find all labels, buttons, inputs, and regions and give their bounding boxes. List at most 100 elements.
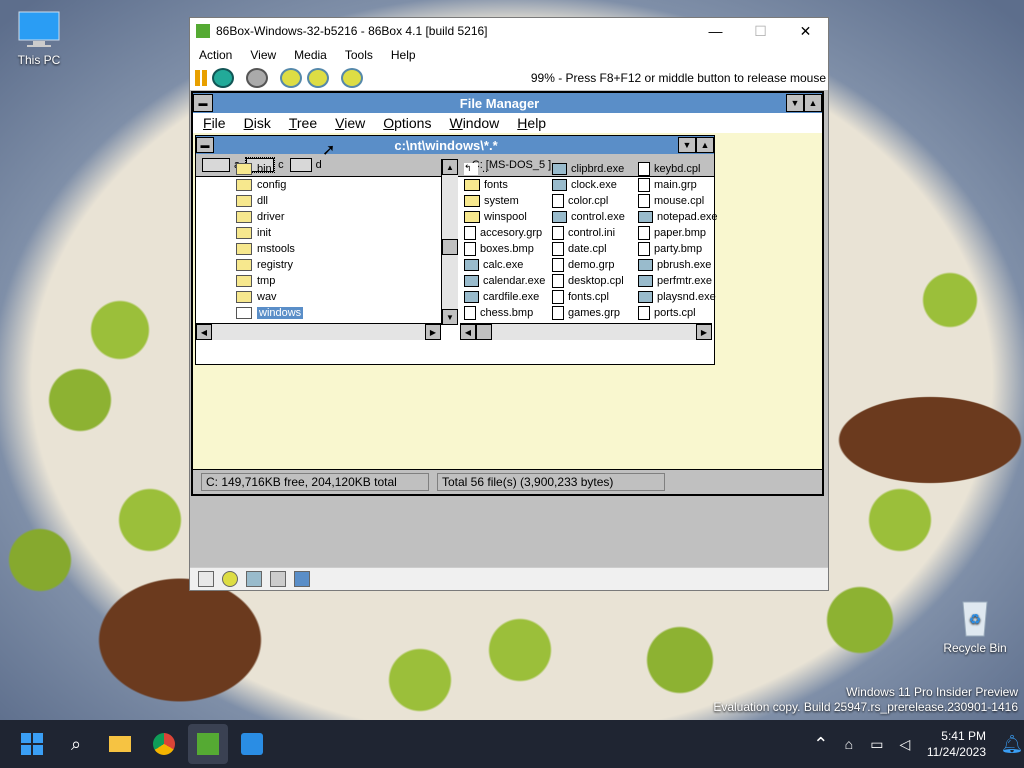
paint-button[interactable]	[232, 724, 272, 764]
fm-menu-view[interactable]: View	[325, 115, 373, 131]
this-pc-desktop-icon[interactable]: This PC	[4, 10, 74, 67]
cdrom-status-icon[interactable]	[222, 571, 238, 587]
scroll-down-arrow[interactable]: ▼	[442, 309, 458, 325]
sound-status-icon[interactable]	[294, 571, 310, 587]
maximize-button[interactable]: ☐	[738, 18, 783, 44]
file-item[interactable]: control.ini	[552, 225, 615, 241]
tree-item[interactable]: bin	[236, 161, 272, 177]
file-manager-window[interactable]: ▬ File Manager ▼ ▲ File Disk Tree View O…	[191, 91, 824, 496]
fm-menu-disk[interactable]: Disk	[234, 115, 279, 131]
menu-action[interactable]: Action	[190, 48, 241, 62]
host-title-bar[interactable]: 86Box-Windows-32-b5216 - 86Box 4.1 [buil…	[190, 18, 828, 44]
86box-taskbar-button[interactable]	[188, 724, 228, 764]
fm-menu-options[interactable]: Options	[373, 115, 439, 131]
files-horizontal-scrollbar[interactable]: ◀ ▶	[460, 323, 712, 340]
volume-icon[interactable]: ◁	[893, 724, 917, 764]
scroll-left-arrow[interactable]: ◀	[196, 324, 212, 340]
scroll-up-arrow[interactable]: ▲	[442, 159, 458, 175]
fm-menu-file[interactable]: File	[193, 115, 234, 131]
scroll-left-arrow[interactable]: ◀	[460, 324, 476, 340]
minimize-button[interactable]: —	[693, 18, 738, 44]
scroll-right-arrow[interactable]: ▶	[425, 324, 441, 340]
file-item[interactable]: accesory.grp	[464, 225, 542, 241]
chrome-button[interactable]	[144, 724, 184, 764]
close-button[interactable]: ✕	[783, 18, 828, 44]
tree-item[interactable]: config	[236, 177, 286, 193]
dir-maximize-button[interactable]: ▲	[696, 137, 714, 153]
display-icon[interactable]: ▭	[865, 724, 889, 764]
recycle-bin-desktop-icon[interactable]: ♻ Recycle Bin	[940, 596, 1010, 655]
pause-icon[interactable]	[195, 70, 207, 86]
directory-window[interactable]: ▬ c:\nt\windows\*.* ▼ ▲ a c d C: [MS-DOS…	[195, 135, 718, 365]
notification-bell-icon[interactable]: 🔔︎	[1000, 724, 1024, 764]
fm-minimize-button[interactable]: ▼	[786, 94, 804, 112]
fm-menu-window[interactable]: Window	[439, 115, 507, 131]
file-item[interactable]: keybd.cpl	[638, 161, 700, 177]
tree-item[interactable]: tmp	[236, 273, 275, 289]
menu-help[interactable]: Help	[382, 48, 425, 62]
tree-item-selected[interactable]: windows	[236, 305, 304, 321]
file-item[interactable]: mouse.cpl	[638, 193, 704, 209]
start-button[interactable]	[12, 724, 52, 764]
file-item[interactable]: ↰..	[464, 161, 488, 177]
file-item[interactable]: date.cpl	[552, 241, 607, 257]
file-item[interactable]: chess.bmp	[464, 305, 533, 321]
emulator-screen[interactable]: ▬ File Manager ▼ ▲ File Disk Tree View O…	[190, 90, 828, 568]
ctrl-alt-esc-icon[interactable]	[307, 68, 329, 88]
tree-item[interactable]: driver	[236, 209, 285, 225]
file-item[interactable]: pbrush.exe	[638, 257, 711, 273]
file-item[interactable]: boxes.bmp	[464, 241, 534, 257]
dir-control-menu-box[interactable]: ▬	[196, 137, 214, 153]
file-item[interactable]: games.grp	[552, 305, 620, 321]
power-icon[interactable]	[246, 68, 268, 88]
file-item[interactable]: fonts	[464, 177, 508, 193]
settings-icon[interactable]	[341, 68, 363, 88]
fm-menu-tree[interactable]: Tree	[279, 115, 325, 131]
menu-view[interactable]: View	[241, 48, 285, 62]
network-icon[interactable]: ⌂	[837, 724, 861, 764]
file-item[interactable]: ports.cpl	[638, 305, 696, 321]
tree-vertical-scrollbar[interactable]: ▲ ▼	[441, 159, 458, 325]
tree-item[interactable]: mstools	[236, 241, 295, 257]
file-item[interactable]: demo.grp	[552, 257, 614, 273]
86box-window[interactable]: 86Box-Windows-32-b5216 - 86Box 4.1 [buil…	[189, 17, 829, 591]
menu-media[interactable]: Media	[285, 48, 336, 62]
file-item[interactable]: cardfile.exe	[464, 289, 539, 305]
file-item[interactable]: clock.exe	[552, 177, 617, 193]
file-item[interactable]: control.exe	[552, 209, 625, 225]
reset-icon[interactable]	[212, 68, 234, 88]
tree-horizontal-scrollbar[interactable]: ◀ ▶	[196, 323, 441, 340]
file-item[interactable]: calendar.exe	[464, 273, 545, 289]
show-hidden-icons-chevron-icon[interactable]: ⌃	[809, 724, 833, 764]
directory-window-title-bar[interactable]: ▬ c:\nt\windows\*.* ▼ ▲	[196, 136, 714, 154]
file-item[interactable]: playsnd.exe	[638, 289, 716, 305]
tree-item[interactable]: wav	[236, 289, 277, 305]
scroll-thumb[interactable]	[476, 324, 492, 340]
fm-maximize-button[interactable]: ▲	[804, 94, 822, 112]
directory-tree-pane[interactable]: bin config dll driver init mstools regis…	[196, 159, 458, 340]
file-item[interactable]: perfmtr.exe	[638, 273, 712, 289]
file-item[interactable]: winspool	[464, 209, 527, 225]
tree-item[interactable]: registry	[236, 257, 293, 273]
menu-tools[interactable]: Tools	[336, 48, 382, 62]
file-item[interactable]: calc.exe	[464, 257, 523, 273]
scroll-right-arrow[interactable]: ▶	[696, 324, 712, 340]
file-item[interactable]: clipbrd.exe	[552, 161, 624, 177]
scroll-thumb[interactable]	[442, 239, 458, 255]
tree-item[interactable]: init	[236, 225, 271, 241]
file-item[interactable]: fonts.cpl	[552, 289, 609, 305]
floppy-status-icon[interactable]	[198, 571, 214, 587]
ctrl-alt-del-icon[interactable]	[280, 68, 302, 88]
file-item[interactable]: notepad.exe	[638, 209, 718, 225]
taskbar-clock[interactable]: 5:41 PM 11/24/2023	[927, 728, 986, 760]
file-item[interactable]: color.cpl	[552, 193, 608, 209]
tree-item[interactable]: dll	[236, 193, 268, 209]
file-item[interactable]: main.grp	[638, 177, 697, 193]
file-item[interactable]: system	[464, 193, 519, 209]
file-explorer-button[interactable]	[100, 724, 140, 764]
control-menu-box[interactable]: ▬	[193, 94, 213, 112]
file-manager-title-bar[interactable]: ▬ File Manager ▼ ▲	[193, 93, 822, 113]
file-item[interactable]: party.bmp	[638, 241, 702, 257]
search-button[interactable]: ⌕	[56, 724, 96, 764]
file-item[interactable]: paper.bmp	[638, 225, 706, 241]
